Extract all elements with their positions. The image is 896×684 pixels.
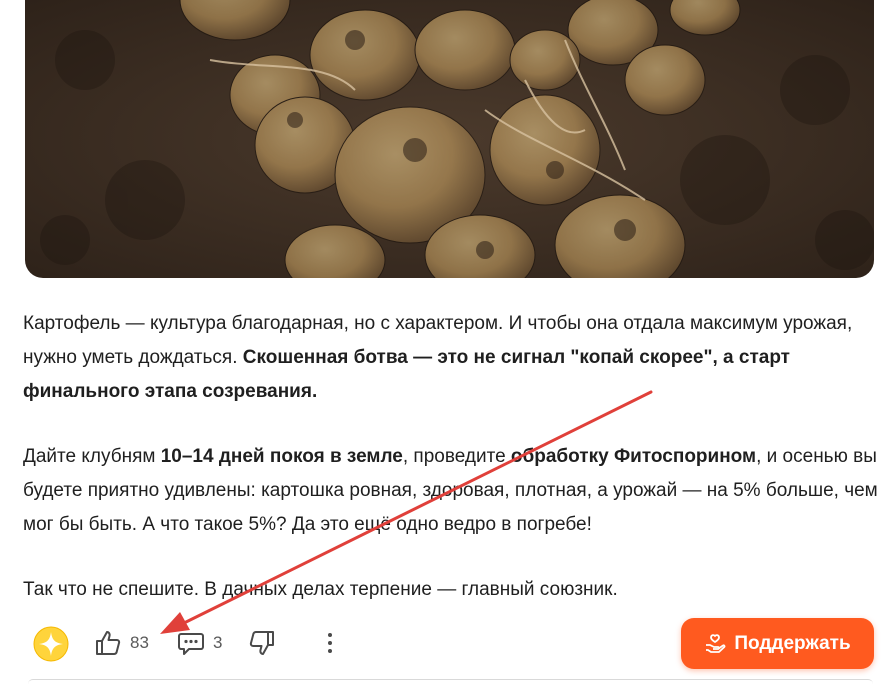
comments-button[interactable]: 3 [177,626,222,660]
article-body: Картофель — культура благодарная, но с х… [23,307,883,638]
paragraph: Картофель — культура благодарная, но с х… [23,307,883,409]
paragraph-text: Дайте клубням [23,446,161,467]
support-button[interactable]: Поддержать [681,618,874,669]
potatoes-photo [25,0,874,278]
like-count: 83 [130,633,149,652]
next-card-edge [28,679,873,684]
dot-icon [328,649,332,653]
donate-hand-icon [706,633,726,653]
dot-icon [328,641,332,645]
zen-star-icon[interactable] [33,626,69,662]
paragraph-bold: 10–14 дней покоя в земле [160,446,403,467]
thumbs-up-icon [96,631,121,655]
article-photo [25,0,874,278]
paragraph-text: , проведите [402,446,511,467]
dislike-button[interactable] [248,626,276,660]
more-options-button[interactable] [320,626,340,660]
paragraph-bold: обработку Фитоспорином [510,446,757,467]
comment-count: 3 [213,633,223,652]
thumbs-down-icon [249,631,274,655]
like-button[interactable]: 83 [94,626,149,660]
paragraph: Дайте клубням 10–14 дней покоя в земле, … [23,440,883,542]
article-actions-bar: 83 3 Поддержать [0,612,896,683]
support-label: Поддержать [734,632,851,654]
dot-icon [328,633,332,637]
paragraph-text: Так что не спешите. В дачных делах терпе… [23,579,618,600]
paragraph: Так что не спешите. В дачных делах терпе… [23,573,883,607]
comment-icon [178,633,204,655]
